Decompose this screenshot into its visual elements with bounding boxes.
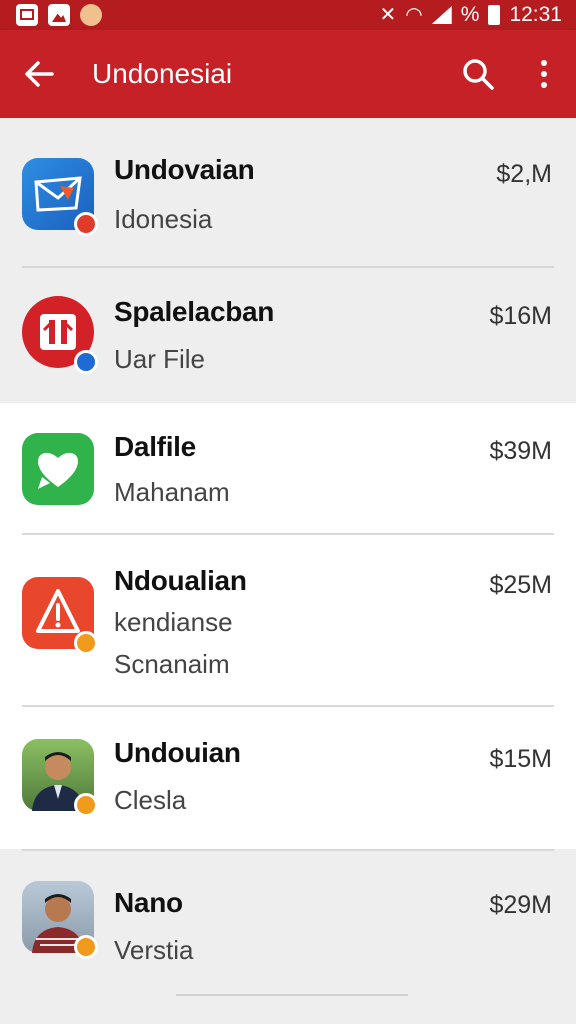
app-icon <box>22 433 94 505</box>
chat-heart-icon <box>38 452 78 489</box>
app-bar: Undonesiai <box>0 30 576 118</box>
item-subtitle: kendianse <box>114 607 233 637</box>
status-badge <box>74 631 98 655</box>
item-amount: $16M <box>489 302 552 330</box>
more-vert-icon <box>541 60 547 88</box>
status-badge <box>74 212 98 236</box>
search-button[interactable] <box>456 52 500 96</box>
item-title: Undovaian <box>114 154 255 185</box>
back-button[interactable] <box>18 52 62 96</box>
item-list: Undovaian Idonesia $2,M Spalelacban Uar … <box>0 118 576 1024</box>
list-item[interactable]: Undovaian Idonesia $2,M <box>0 118 576 268</box>
item-title: Dalfile <box>114 431 196 462</box>
list-item[interactable]: Nano Verstia $29M <box>0 849 576 1024</box>
divider <box>22 849 554 851</box>
battery-icon <box>488 5 501 25</box>
item-subtitle: Verstia <box>114 935 194 965</box>
avatar <box>22 739 98 817</box>
home-indicator <box>176 994 408 996</box>
mail-notification-icon <box>16 4 38 26</box>
notification-icons <box>16 4 102 26</box>
page-title: Undonesiai <box>92 58 233 89</box>
search-icon <box>463 59 494 90</box>
status-badge <box>74 793 98 817</box>
app-icon <box>22 577 98 655</box>
item-amount: $29M <box>489 891 552 919</box>
status-badge <box>74 935 98 959</box>
item-title: Spalelacban <box>114 296 275 327</box>
item-title: Nano <box>114 887 183 918</box>
avatar <box>22 881 98 959</box>
status-bar: ✕ ◠ % 12:31 <box>0 0 576 30</box>
clock: 12:31 <box>509 3 562 26</box>
item-amount: $39M <box>489 437 552 465</box>
item-title: Undouian <box>114 737 241 768</box>
item-subtitle: Mahanam <box>114 477 230 507</box>
item-subtitle: Idonesia <box>114 204 213 234</box>
list-item[interactable]: Spalelacban Uar File $16M <box>0 268 576 403</box>
item-amount: $25M <box>489 571 552 599</box>
arrow-back-icon <box>25 61 54 87</box>
list-item[interactable]: Dalfile Mahanam $39M <box>0 403 576 535</box>
item-subtitle: Clesla <box>114 785 187 815</box>
nfc-icon: ✕ <box>379 4 397 26</box>
status-badge <box>74 350 98 374</box>
signal-icon <box>431 6 452 24</box>
app-icon <box>22 158 98 236</box>
battery-percent: % <box>460 3 480 26</box>
list-item[interactable]: Ndoualian kendianse Scnanaim $25M <box>0 535 576 707</box>
image-notification-icon <box>48 4 70 26</box>
item-amount: $15M <box>489 745 552 773</box>
item-title: Ndoualian <box>114 565 247 596</box>
item-subtitle-secondary: Scnanaim <box>114 649 230 679</box>
item-subtitle: Uar File <box>114 344 206 374</box>
system-icons: ✕ ◠ % 12:31 <box>380 2 562 28</box>
wifi-icon: ◠ <box>405 4 423 26</box>
list-item[interactable]: Undouian Clesla $15M <box>0 707 576 849</box>
app-icon <box>22 296 98 374</box>
more-options-button[interactable] <box>526 52 562 96</box>
item-amount: $2,M <box>496 160 552 188</box>
app-notification-icon <box>80 4 102 26</box>
